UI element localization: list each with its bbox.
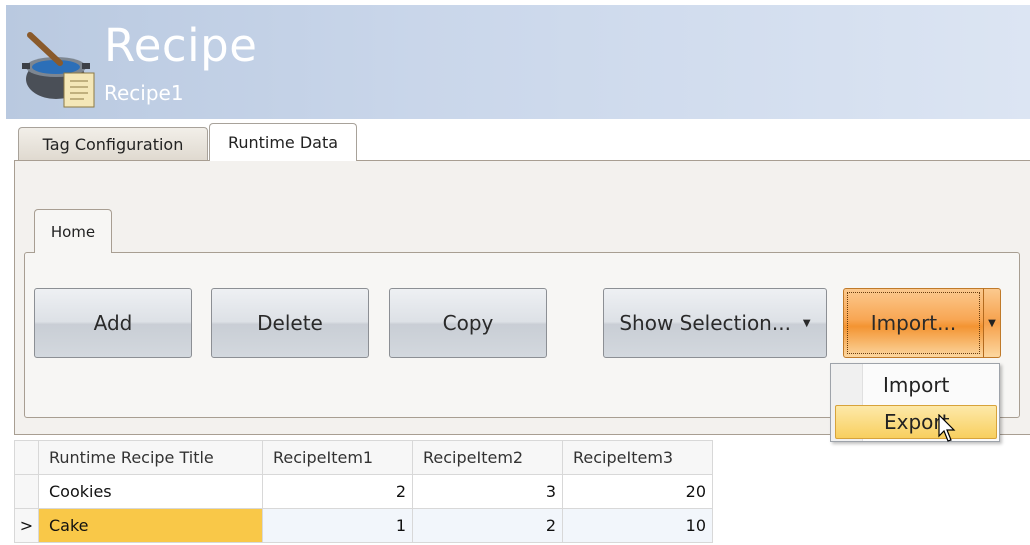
column-header-item1[interactable]: RecipeItem1 <box>262 440 413 475</box>
current-row-indicator-icon[interactable]: > <box>14 508 39 543</box>
show-selection-button-label: Show Selection... <box>619 311 791 335</box>
mouse-cursor-icon <box>938 414 956 442</box>
app-subtitle: Recipe1 <box>104 81 184 105</box>
row-header[interactable] <box>14 474 39 509</box>
cell-item3[interactable]: 20 <box>562 474 713 509</box>
menu-item-export[interactable]: Export <box>835 405 997 439</box>
cell-item2[interactable]: 3 <box>412 474 563 509</box>
show-selection-button[interactable]: Show Selection... ▼ <box>603 288 827 358</box>
delete-button-label: Delete <box>257 311 323 335</box>
copy-button-label: Copy <box>442 311 494 335</box>
cell-item1[interactable]: 1 <box>262 508 413 543</box>
chevron-down-icon: ▼ <box>802 317 811 329</box>
tab-tag-configuration[interactable]: Tag Configuration <box>18 127 208 161</box>
recipe-data-grid: Runtime Recipe Title RecipeItem1 RecipeI… <box>14 440 713 543</box>
app-header: Recipe Recipe1 <box>6 5 1030 119</box>
column-header-title[interactable]: Runtime Recipe Title <box>38 440 263 475</box>
delete-button[interactable]: Delete <box>211 288 369 358</box>
chevron-down-icon: ▼ <box>988 317 996 329</box>
import-button-label: Import... <box>870 311 957 335</box>
column-header-item2[interactable]: RecipeItem2 <box>412 440 563 475</box>
menu-item-import[interactable]: Import <box>835 368 997 402</box>
cell-item1[interactable]: 2 <box>262 474 413 509</box>
recipe-pot-icon <box>22 32 95 108</box>
grid-header-row: Runtime Recipe Title RecipeItem1 RecipeI… <box>14 440 713 475</box>
import-dropdown-arrow[interactable]: ▼ <box>983 288 1001 358</box>
add-button[interactable]: Add <box>34 288 192 358</box>
ribbon-tab-home[interactable]: Home <box>34 209 112 253</box>
table-row[interactable]: > Cake 1 2 10 <box>14 508 713 543</box>
column-header-item3[interactable]: RecipeItem3 <box>562 440 713 475</box>
cell-title[interactable]: Cake <box>38 508 263 543</box>
cell-item2[interactable]: 2 <box>412 508 563 543</box>
tab-runtime-data[interactable]: Runtime Data <box>209 123 357 161</box>
import-export-menu: Import Export <box>830 363 1000 442</box>
copy-button[interactable]: Copy <box>389 288 547 358</box>
import-button[interactable]: Import... <box>843 288 984 358</box>
cell-item3[interactable]: 10 <box>562 508 713 543</box>
cell-title[interactable]: Cookies <box>38 474 263 509</box>
table-row[interactable]: Cookies 2 3 20 <box>14 474 713 509</box>
row-header-corner <box>14 440 39 475</box>
add-button-label: Add <box>93 311 133 335</box>
app-title: Recipe <box>104 19 258 72</box>
